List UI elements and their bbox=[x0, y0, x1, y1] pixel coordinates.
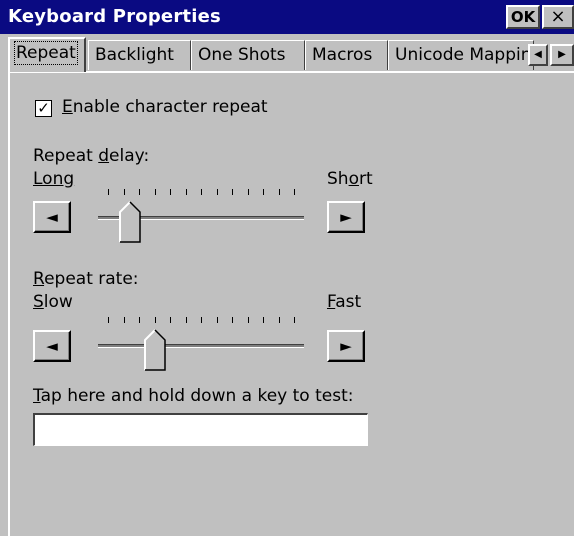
slider-tick bbox=[170, 317, 171, 323]
tab-macros[interactable]: Macros bbox=[305, 40, 388, 70]
repeat-delay-heading: Repeat delay: bbox=[33, 146, 150, 166]
key-test-input[interactable] bbox=[33, 413, 368, 446]
tab-repeat[interactable]: Repeat bbox=[8, 37, 86, 72]
tab-unicode-mapping[interactable]: Unicode Mappin bbox=[388, 40, 534, 70]
slider-tick bbox=[294, 317, 295, 323]
slider-tick bbox=[248, 189, 249, 195]
slider-ticks bbox=[108, 317, 295, 325]
tab-backlight[interactable]: Backlight bbox=[88, 40, 191, 70]
slider-thumb[interactable] bbox=[119, 201, 141, 243]
tab-strip: Repeat Backlight One Shots Macros Unicod… bbox=[8, 36, 574, 72]
test-field-label: Tap here and hold down a key to test: bbox=[33, 386, 354, 406]
panel-left-edge bbox=[8, 71, 10, 536]
repeat-delay-slider[interactable] bbox=[98, 189, 304, 251]
left-arrow-icon: ◄ bbox=[46, 337, 58, 355]
slider-tick bbox=[232, 189, 233, 195]
repeat-rate-fast-label: Fast bbox=[327, 292, 362, 312]
window-title: Keyboard Properties bbox=[8, 6, 221, 27]
slider-tick bbox=[139, 189, 140, 195]
slider-tick bbox=[201, 317, 202, 323]
slider-tick bbox=[201, 189, 202, 195]
slider-tick bbox=[139, 317, 140, 323]
slider-tick bbox=[294, 189, 295, 195]
slider-tick bbox=[186, 189, 187, 195]
repeat-delay-decrease-button[interactable]: ◄ bbox=[33, 201, 71, 233]
slider-ticks bbox=[108, 189, 295, 197]
slider-tick bbox=[263, 189, 264, 195]
slider-tick bbox=[108, 317, 109, 323]
right-arrow-icon: ► bbox=[340, 208, 352, 226]
tab-scroll-left-icon[interactable]: ◀ bbox=[528, 44, 548, 66]
ok-button[interactable]: OK bbox=[506, 5, 540, 29]
title-bar: Keyboard Properties OK × bbox=[0, 0, 574, 34]
panel-top-edge bbox=[8, 71, 574, 73]
repeat-rate-slider[interactable] bbox=[98, 317, 304, 379]
slider-tick bbox=[155, 189, 156, 195]
repeat-delay-long-label: Long bbox=[33, 169, 75, 189]
left-arrow-icon: ◄ bbox=[46, 208, 58, 226]
repeat-rate-increase-button[interactable]: ► bbox=[327, 330, 365, 362]
repeat-rate-decrease-button[interactable]: ◄ bbox=[33, 330, 71, 362]
enable-repeat-checkbox[interactable]: ✓ bbox=[35, 100, 52, 117]
slider-tick bbox=[108, 189, 109, 195]
repeat-delay-increase-button[interactable]: ► bbox=[327, 201, 365, 233]
close-button[interactable]: × bbox=[542, 5, 574, 29]
repeat-rate-slow-label: Slow bbox=[33, 292, 73, 312]
slider-tick bbox=[279, 189, 280, 195]
slider-tick bbox=[217, 317, 218, 323]
enable-repeat-label[interactable]: Enable character repeat bbox=[62, 97, 268, 117]
slider-tick bbox=[248, 317, 249, 323]
repeat-rate-heading: Repeat rate: bbox=[33, 269, 139, 289]
slider-tick bbox=[232, 317, 233, 323]
slider-thumb[interactable] bbox=[144, 329, 166, 371]
repeat-delay-short-label: Short bbox=[327, 169, 373, 189]
slider-tick bbox=[124, 189, 125, 195]
slider-tick bbox=[186, 317, 187, 323]
slider-tick bbox=[279, 317, 280, 323]
slider-tick bbox=[217, 189, 218, 195]
slider-tick bbox=[155, 317, 156, 323]
slider-tick bbox=[124, 317, 125, 323]
tab-one-shots[interactable]: One Shots bbox=[191, 40, 305, 70]
slider-tick bbox=[263, 317, 264, 323]
slider-track bbox=[98, 344, 304, 348]
tab-scroll-right-icon[interactable]: ▶ bbox=[550, 44, 574, 66]
slider-tick bbox=[170, 189, 171, 195]
right-arrow-icon: ► bbox=[340, 337, 352, 355]
